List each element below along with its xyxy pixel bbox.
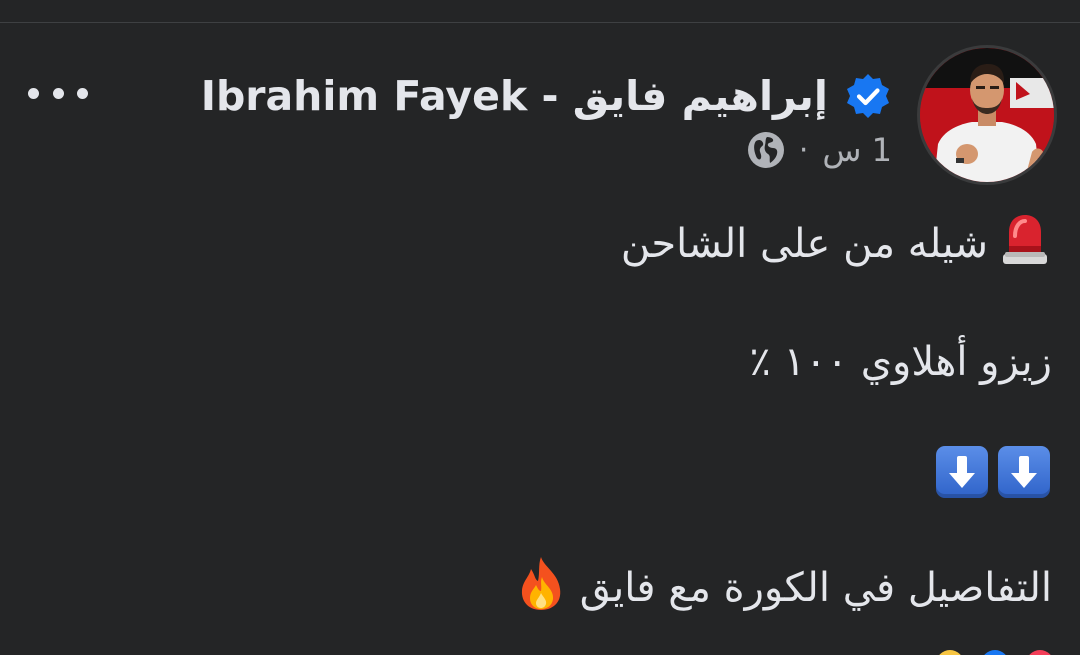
more-dot xyxy=(28,87,39,99)
fire-emoji xyxy=(518,555,564,621)
post-text-line: زيزو أهلاوي ١٠٠ ٪ xyxy=(749,332,1052,392)
post-timestamp[interactable]: 1 س xyxy=(822,131,892,169)
globe-icon[interactable] xyxy=(747,131,785,169)
more-dot xyxy=(77,87,88,99)
down-arrow-emoji xyxy=(998,446,1050,498)
post-text-line: شيله من على الشاحن xyxy=(621,214,1050,274)
reactions-row-partial xyxy=(0,642,1080,655)
down-arrow-emoji xyxy=(936,446,988,498)
police-light-emoji xyxy=(1000,212,1050,276)
post-meta: · 1 س xyxy=(747,127,892,173)
verified-badge-icon xyxy=(844,72,892,120)
post-text: التفاصيل في الكورة مع فايق xyxy=(579,565,1052,611)
post-text-line: التفاصيل في الكورة مع فايق xyxy=(518,555,1052,621)
author-row: Ibrahim Fayek - إبراهيم فايق xyxy=(201,66,892,126)
post-text: شيله من على الشاحن xyxy=(620,221,988,267)
more-dot xyxy=(52,87,64,99)
more-options-button[interactable] xyxy=(28,78,88,108)
divider xyxy=(0,22,1080,23)
author-avatar[interactable] xyxy=(917,45,1057,185)
post-card: Ibrahim Fayek - إبراهيم فايق · 1 س شيله … xyxy=(0,0,1080,655)
meta-separator: · xyxy=(798,132,809,168)
post-emoji-line xyxy=(926,444,1050,500)
author-name[interactable]: Ibrahim Fayek - إبراهيم فايق xyxy=(201,72,828,120)
post-text: زيزو أهلاوي ١٠٠ ٪ xyxy=(749,339,1052,385)
